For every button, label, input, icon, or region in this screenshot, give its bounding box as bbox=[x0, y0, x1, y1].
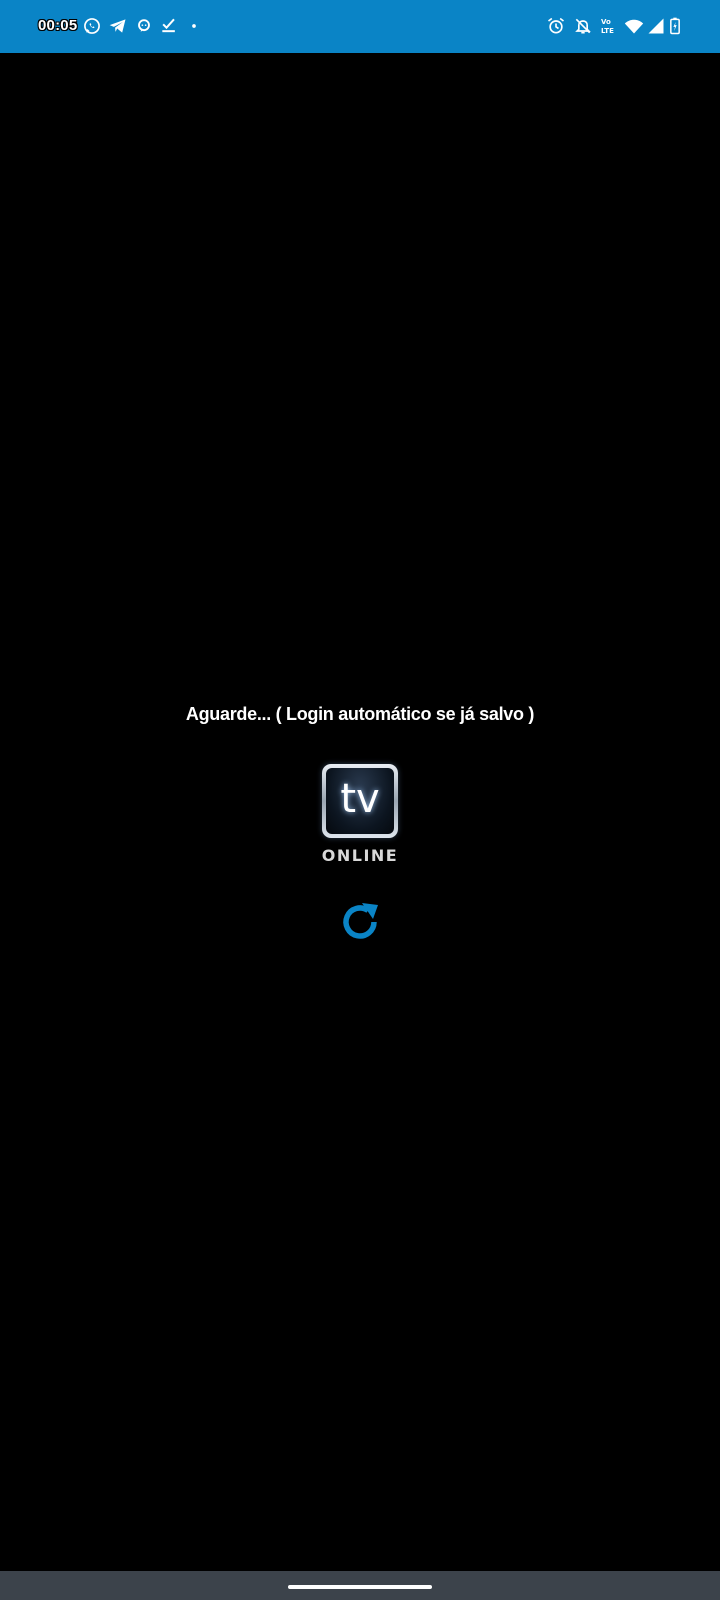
status-bar: 00:05 Vo LTE bbox=[0, 0, 720, 53]
telegram-icon bbox=[108, 16, 128, 36]
screen: 00:05 Vo LTE Aguarde... (Login automáti… bbox=[0, 0, 720, 1600]
logo-tv-text: tv bbox=[340, 776, 380, 822]
navigation-bar bbox=[0, 1571, 720, 1600]
svg-text:Vo: Vo bbox=[601, 18, 611, 26]
task-check-icon bbox=[159, 16, 179, 36]
svg-text:LTE: LTE bbox=[601, 27, 614, 35]
alarm-icon bbox=[546, 16, 566, 36]
volte-icon: Vo LTE bbox=[600, 16, 622, 36]
home-gesture-handle[interactable] bbox=[288, 1585, 432, 1589]
wait-message: Aguarde... ( Login automático se já salv… bbox=[185, 704, 535, 724]
signal-icon bbox=[646, 16, 666, 36]
tv-online-logo: tv ONLINE bbox=[290, 748, 430, 878]
wifi-icon bbox=[624, 16, 644, 36]
whatsapp-icon bbox=[82, 16, 102, 36]
refresh-icon[interactable] bbox=[338, 900, 382, 944]
notifications-off-icon bbox=[573, 16, 593, 36]
logo-badge: tv bbox=[322, 764, 398, 838]
chat-icon bbox=[134, 16, 154, 36]
logo-online-text: ONLINE bbox=[321, 846, 399, 865]
battery-charging-icon bbox=[668, 16, 682, 36]
more-dot-icon bbox=[184, 16, 204, 36]
status-time: 00:05 bbox=[38, 17, 78, 34]
